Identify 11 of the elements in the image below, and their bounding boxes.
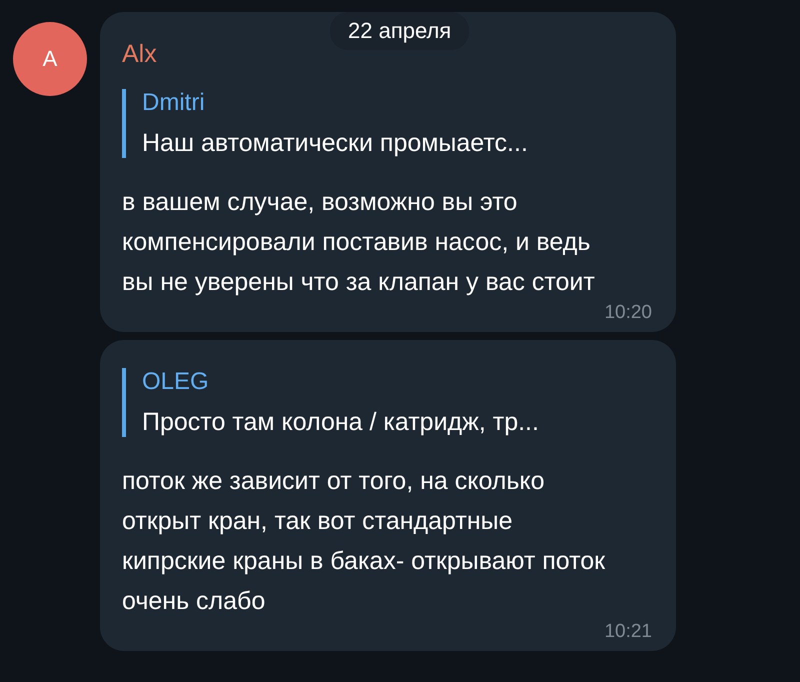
- reply-text: Просто там колона / катридж, тр...: [142, 408, 539, 437]
- reply-author: Dmitri: [142, 89, 205, 117]
- message-text: в вашем случае, возможно вы это компенсировали поставив насос, и ведь вы не уверены что за клапан у вас стоит: [122, 187, 596, 298]
- message-time: 10:21: [604, 621, 652, 643]
- message-time: 10:20: [604, 302, 652, 324]
- reply-quote[interactable]: OLEG Просто там колона / катридж, тр...: [122, 368, 652, 437]
- date-pill: 22 апреля: [330, 12, 470, 50]
- message-text: поток же зависит от того, на сколько открыт кран, так вот стандартные кипрские краны в баках- открывают поток очень слабо: [122, 466, 606, 617]
- reply-author: OLEG: [142, 368, 209, 396]
- reply-quote[interactable]: Dmitri Наш автоматически промыаетс...: [122, 89, 652, 158]
- reply-text: Наш автоматически промыаетс...: [142, 129, 528, 158]
